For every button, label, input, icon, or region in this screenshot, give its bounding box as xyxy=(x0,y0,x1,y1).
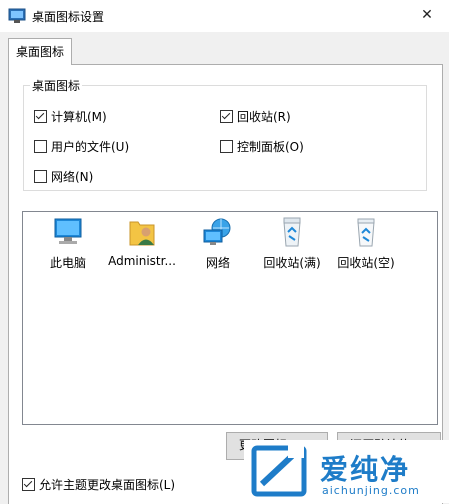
monitor-icon xyxy=(54,218,82,244)
desktop-icons-group: 桌面图标 计算机(M) 回收站(R) 用户的文件(U) 控制面板(O) 网络(N… xyxy=(23,77,427,191)
icon-item-administrator[interactable]: Administr... xyxy=(105,216,179,268)
checkbox-label: 用户的文件(U) xyxy=(51,140,130,154)
checkbox-box[interactable] xyxy=(34,110,47,123)
icon-item-recycle-bin-full[interactable]: 回收站(满) xyxy=(255,216,329,271)
checkbox-box[interactable] xyxy=(34,170,47,183)
icon-item-this-pc[interactable]: 此电脑 xyxy=(31,216,105,271)
group-legend: 桌面图标 xyxy=(30,77,83,94)
network-icon xyxy=(203,218,231,245)
checkbox-control-panel[interactable]: 控制面板(O) xyxy=(220,138,304,155)
allow-themes-checkbox[interactable]: 允许主题更改桌面图标(L) xyxy=(22,476,175,493)
recycle-bin-full-icon xyxy=(283,217,301,247)
checkbox-computer[interactable]: 计算机(M) xyxy=(34,108,107,125)
icon-item-recycle-bin-empty[interactable]: 回收站(空) xyxy=(329,216,403,271)
user-folder-icon xyxy=(129,221,155,246)
icon-item-network[interactable]: 网络 xyxy=(181,216,255,271)
watermark-brand: 爱纯净 xyxy=(320,453,411,486)
desktop-settings-icon xyxy=(8,8,26,23)
icon-label: 回收站(空) xyxy=(337,256,395,270)
window-title: 桌面图标设置 xyxy=(32,10,105,24)
icon-label: 网络 xyxy=(205,256,230,270)
checkbox-label: 允许主题更改桌面图标(L) xyxy=(39,478,176,492)
icon-label: 此电脑 xyxy=(49,256,86,270)
title-bar: 桌面图标设置 ✕ xyxy=(0,0,449,32)
checkbox-box[interactable] xyxy=(220,110,233,123)
tab-desktop-icons[interactable]: 桌面图标 xyxy=(8,38,73,65)
checkbox-box[interactable] xyxy=(22,478,35,491)
checkbox-label: 计算机(M) xyxy=(51,110,107,124)
checkbox-box[interactable] xyxy=(220,140,233,153)
checkbox-recycle-bin[interactable]: 回收站(R) xyxy=(220,108,291,125)
checkbox-user-files[interactable]: 用户的文件(U) xyxy=(34,138,129,155)
checkbox-box[interactable] xyxy=(34,140,47,153)
icon-list[interactable]: 此电脑 Administr... 网络 回收站(满) 回收站(空) xyxy=(22,211,438,425)
checkbox-label: 网络(N) xyxy=(51,170,94,184)
checkbox-network[interactable]: 网络(N) xyxy=(34,168,93,185)
checkbox-label: 回收站(R) xyxy=(237,110,291,124)
close-button[interactable]: ✕ xyxy=(405,0,449,30)
watermark-url: aichunjing.com xyxy=(322,484,420,497)
icon-label: Administr... xyxy=(108,254,176,268)
checkbox-label: 控制面板(O) xyxy=(237,140,304,154)
watermark-logo-icon xyxy=(251,444,307,497)
icon-label: 回收站(满) xyxy=(263,256,321,270)
watermark: 爱纯净 aichunjing.com xyxy=(244,440,449,503)
recycle-bin-empty-icon xyxy=(357,218,375,247)
close-icon: ✕ xyxy=(421,7,433,23)
